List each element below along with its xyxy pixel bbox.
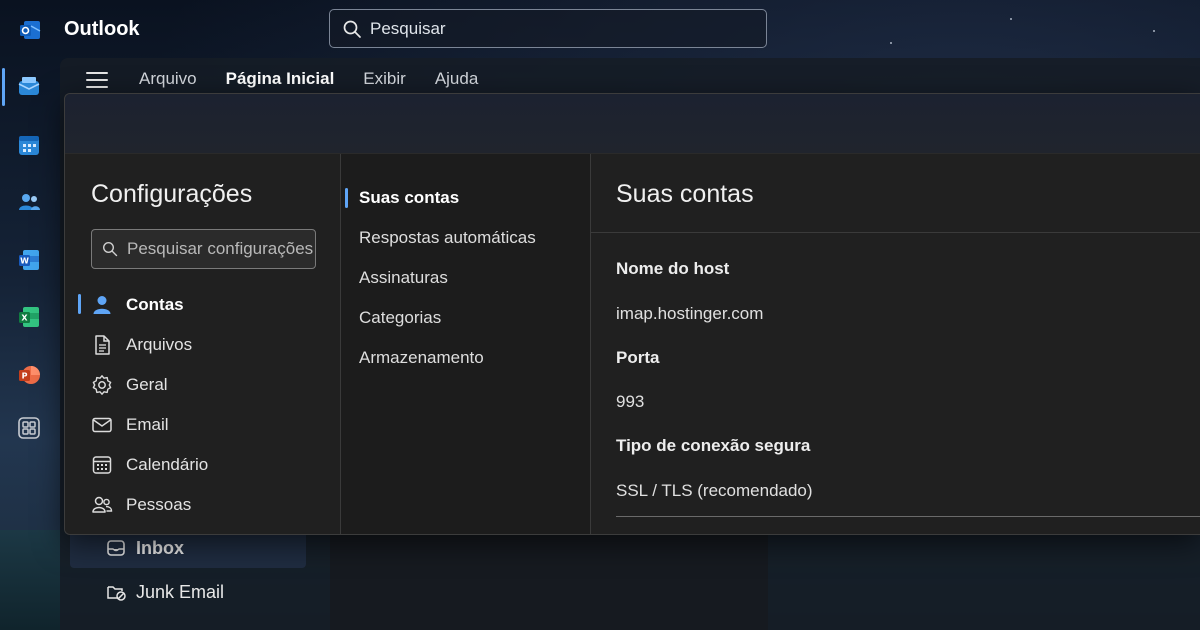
panel-divider: [591, 232, 1200, 233]
host-name-label: Nome do host: [616, 259, 730, 278]
subcategory-categorias[interactable]: Categorias: [359, 308, 441, 328]
folder-junk-email[interactable]: Junk Email: [70, 572, 306, 612]
folder-label: Inbox: [136, 537, 184, 558]
category-label: Pessoas: [126, 495, 192, 514]
app-name: Outlook: [64, 18, 140, 40]
category-arquivos[interactable]: Arquivos: [91, 330, 192, 360]
global-search-input[interactable]: Pesquisar: [329, 9, 767, 48]
outlook-logo-icon: [20, 21, 41, 39]
envelope-icon: [92, 417, 112, 433]
category-calendario[interactable]: Calendário: [91, 450, 208, 480]
people-app-icon[interactable]: [17, 190, 41, 214]
settings-dialog-header: [65, 94, 1200, 154]
category-email[interactable]: Email: [91, 410, 169, 440]
port-label: Porta: [616, 348, 660, 367]
message-list-pane: [330, 528, 768, 630]
tab-ajuda[interactable]: Ajuda: [435, 69, 478, 89]
category-active-indicator: [78, 294, 81, 314]
subcategory-suas-contas[interactable]: Suas contas: [359, 188, 459, 208]
category-label: Contas: [126, 295, 184, 314]
category-contas[interactable]: Contas: [91, 290, 184, 320]
more-apps-icon[interactable]: [17, 416, 41, 440]
document-icon: [95, 335, 110, 355]
settings-categories-pane: Configurações Pesquisar configurações Co…: [65, 154, 341, 534]
svg-text:W: W: [20, 257, 29, 266]
tab-arquivo[interactable]: Arquivo: [139, 69, 197, 89]
settings-detail-pane: Suas contas Nome do host imap.hostinger.…: [591, 154, 1200, 534]
search-placeholder: Pesquisar: [370, 18, 446, 38]
word-app-icon[interactable]: W: [17, 248, 41, 272]
category-label: Calendário: [126, 455, 209, 474]
mail-app-icon[interactable]: [17, 75, 41, 99]
folder-label: Junk Email: [136, 581, 225, 602]
calendar-icon: [92, 456, 112, 474]
inbox-icon: [107, 540, 125, 556]
settings-title: Configurações: [91, 180, 253, 208]
category-pessoas[interactable]: Pessoas: [91, 490, 191, 520]
settings-subcategories-pane: Suas contas Respostas automáticas Assina…: [341, 154, 591, 534]
secure-connection-label: Tipo de conexão segura: [616, 436, 811, 455]
subcategory-armazenamento[interactable]: Armazenamento: [359, 348, 484, 368]
port-value: 993: [616, 392, 645, 411]
secure-connection-value[interactable]: SSL / TLS (recomendado): [616, 481, 813, 501]
gear-icon: [92, 375, 112, 395]
panel-title: Suas contas: [616, 180, 754, 208]
calendar-app-icon[interactable]: [17, 133, 41, 157]
svg-text:P: P: [22, 372, 28, 381]
search-icon: [102, 241, 118, 257]
excel-app-icon[interactable]: X: [17, 305, 41, 329]
host-name-value: imap.hostinger.com: [616, 304, 764, 323]
tab-pagina-inicial[interactable]: Página Inicial: [226, 69, 335, 89]
person-icon: [93, 296, 111, 314]
category-label: Email: [126, 415, 169, 434]
subcategory-assinaturas[interactable]: Assinaturas: [359, 268, 448, 288]
hamburger-menu-icon[interactable]: [86, 71, 108, 89]
people-icon: [92, 496, 113, 513]
tab-exibir[interactable]: Exibir: [363, 69, 406, 89]
junk-folder-icon: [107, 586, 126, 601]
settings-search-placeholder: Pesquisar configurações: [127, 239, 314, 258]
powerpoint-app-icon[interactable]: P: [17, 363, 41, 387]
search-icon: [343, 20, 361, 38]
category-label: Arquivos: [126, 335, 193, 354]
subcategory-active-indicator: [345, 188, 348, 208]
rail-active-indicator: [2, 68, 5, 106]
category-label: Geral: [126, 375, 168, 394]
settings-dialog: Configurações Pesquisar configurações Co…: [64, 93, 1200, 535]
folder-pane: Inbox Junk Email: [60, 528, 330, 630]
svg-text:X: X: [21, 314, 28, 323]
settings-search-input[interactable]: Pesquisar configurações: [91, 229, 316, 269]
secure-connection-underline: [616, 516, 1200, 517]
app-rail: W X P: [0, 58, 60, 630]
subcategory-respostas-automaticas[interactable]: Respostas automáticas: [359, 228, 536, 248]
ribbon-tabs: Arquivo Página Inicial Exibir Ajuda: [139, 69, 478, 89]
category-geral[interactable]: Geral: [91, 370, 168, 400]
title-bar: Outlook Pesquisar: [0, 0, 1200, 58]
